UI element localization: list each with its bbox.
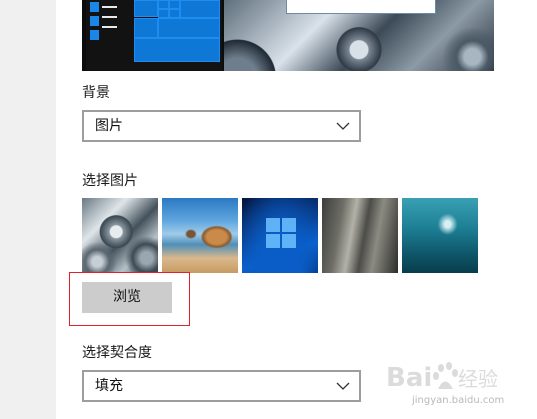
- picture-thumbnail[interactable]: [242, 198, 318, 273]
- chevron-down-icon: [336, 382, 350, 390]
- wallpaper-preview: [224, 0, 494, 71]
- left-panel-strip: [0, 0, 56, 419]
- highlight-box: [69, 272, 190, 326]
- start-menu-preview: [86, 0, 222, 71]
- background-label: 背景: [82, 85, 110, 101]
- svg-text:经验: 经验: [458, 367, 498, 391]
- svg-text:Bai: Bai: [386, 363, 432, 393]
- fit-dropdown[interactable]: 填充: [82, 370, 361, 402]
- background-dropdown[interactable]: 图片: [82, 110, 361, 142]
- choose-picture-label: 选择图片: [82, 173, 138, 189]
- window-preview: [286, 0, 436, 14]
- watermark-url: jingyan.baidu.com: [412, 395, 505, 406]
- picture-thumbnail[interactable]: [82, 198, 158, 273]
- fit-dropdown-value: 填充: [95, 378, 123, 394]
- windows-logo-icon: [266, 218, 296, 248]
- baidu-watermark-logo: Bai 经验: [386, 362, 498, 393]
- chevron-down-icon: [336, 122, 350, 130]
- choose-fit-label: 选择契合度: [82, 345, 152, 361]
- desktop-preview: [82, 0, 494, 71]
- picture-thumbnail[interactable]: [162, 198, 238, 273]
- picture-thumbnail[interactable]: [402, 198, 478, 273]
- picture-thumbnail[interactable]: [322, 198, 398, 273]
- background-dropdown-value: 图片: [95, 118, 123, 134]
